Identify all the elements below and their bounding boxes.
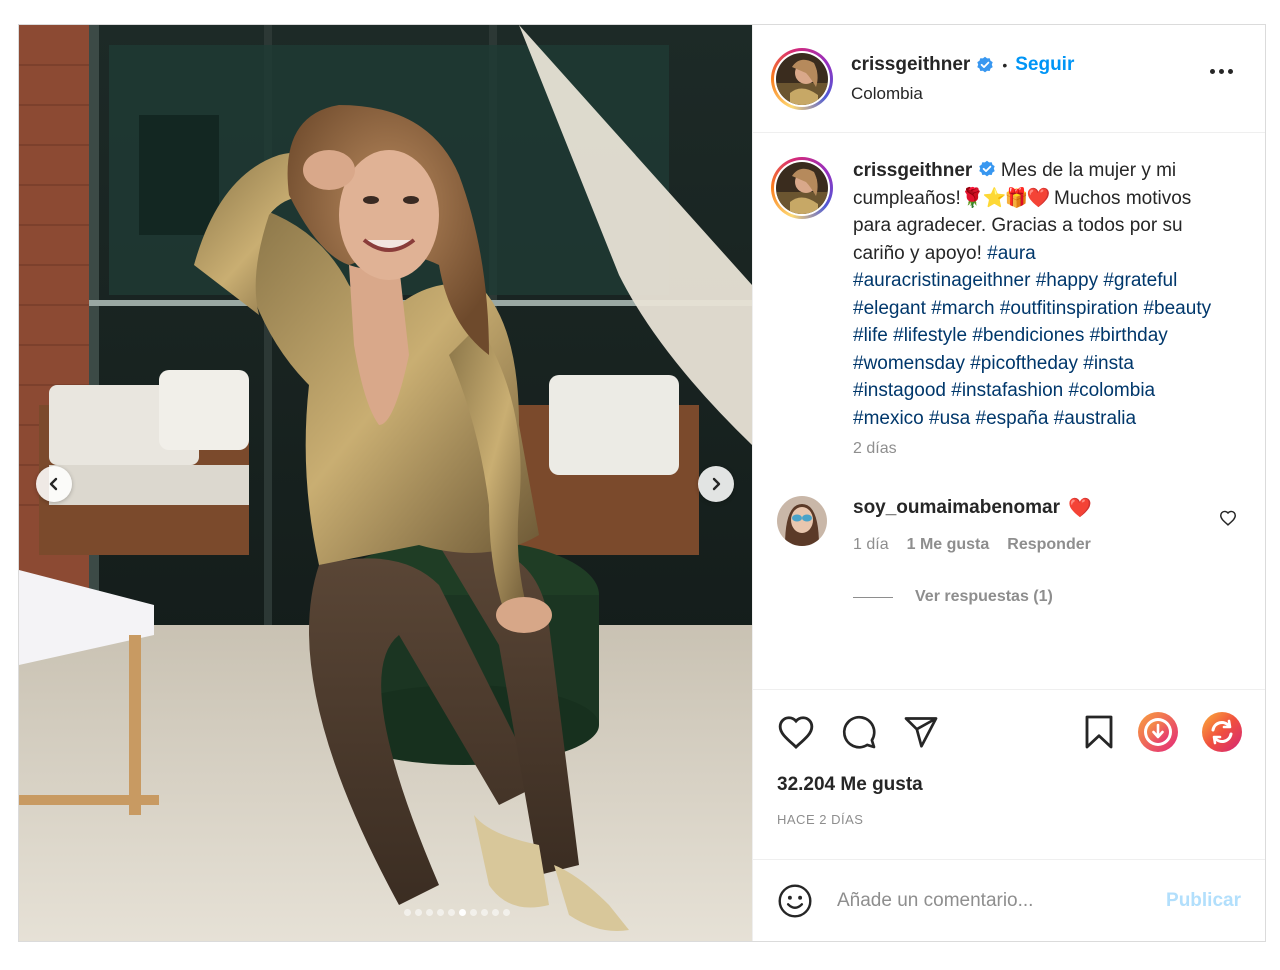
comment-input[interactable] (837, 889, 1167, 912)
verified-badge-icon (978, 160, 995, 177)
post-actions: 32.204 Me gusta HACE 2 DÍAS (753, 689, 1265, 859)
like-button[interactable] (777, 714, 815, 750)
caption-time[interactable]: 2 días (853, 440, 1215, 458)
hashtag-link[interactable]: #life (853, 325, 888, 346)
share-button[interactable] (903, 714, 939, 750)
caption-emoji: ⭐ (982, 187, 1007, 209)
hashtag-link[interactable]: #instagood (853, 380, 946, 401)
author-avatar-image (776, 52, 828, 105)
bookmark-icon (1085, 715, 1113, 749)
comment-item: soy_oumaimabenomar ❤️ 1 día 1 Me gusta R… (771, 496, 1247, 554)
hashtag-link[interactable]: #aura (987, 243, 1036, 264)
hashtag-link[interactable]: #colombia (1069, 380, 1156, 401)
caption-emojis: 🌹⭐🎁❤️ (961, 188, 1051, 209)
comments-section: crissgeithner Mes de la mujer y mi cumpl… (753, 133, 1265, 689)
comment-text: ❤️ (1067, 498, 1092, 519)
view-replies-button[interactable]: Ver respuestas (1) (853, 588, 1247, 606)
view-replies-label: Ver respuestas (1) (915, 588, 1053, 605)
download-icon (1138, 712, 1178, 752)
instagram-post: crissgeithner • Seguir Colombia crissgei… (18, 24, 1266, 942)
post-date[interactable]: HACE 2 DÍAS (777, 812, 1243, 827)
replies-divider (853, 596, 893, 598)
hashtag-link[interactable]: #insta (1083, 353, 1134, 374)
hashtag-link[interactable]: #womensday (853, 353, 965, 374)
caption-avatar-image (776, 162, 828, 214)
comment-time[interactable]: 1 día (853, 536, 889, 554)
hashtag-link[interactable]: #mexico (853, 408, 924, 429)
carousel-dot (447, 909, 455, 916)
post-sidebar: crissgeithner • Seguir Colombia crissgei… (752, 25, 1265, 941)
likes-count[interactable]: 32.204 Me gusta (777, 774, 1243, 796)
caption-text: crissgeithner Mes de la mujer y mi cumpl… (853, 157, 1215, 432)
caption-emoji: 🎁 (1004, 187, 1029, 209)
post-caption: crissgeithner Mes de la mujer y mi cumpl… (771, 157, 1247, 458)
caption-username[interactable]: crissgeithner (853, 160, 972, 181)
caption-hashtags: #aura #auracristinageithner #happy #grat… (853, 243, 1211, 429)
save-button[interactable] (1083, 714, 1115, 750)
hashtag-link[interactable]: #outfitinspiration (1000, 298, 1138, 319)
verified-badge-icon (977, 56, 994, 72)
hashtag-link[interactable]: #lifestyle (893, 325, 967, 346)
carousel-dot (502, 909, 510, 916)
author-username[interactable]: crissgeithner (851, 54, 970, 76)
chevron-right-icon (712, 477, 721, 491)
publish-button[interactable]: Publicar (1166, 890, 1241, 912)
repost-icon (1202, 712, 1242, 752)
commenter-avatar[interactable] (777, 496, 827, 546)
carousel-indicator (19, 909, 752, 916)
carousel-dot (403, 909, 411, 916)
hashtag-link[interactable]: #elegant (853, 298, 926, 319)
hashtag-link[interactable]: #beauty (1143, 298, 1211, 319)
heart-icon (1219, 510, 1237, 526)
emoji-picker-button[interactable] (777, 883, 813, 919)
post-photo (19, 25, 752, 941)
more-options-icon[interactable] (1210, 69, 1233, 74)
hashtag-link[interactable]: #australia (1054, 408, 1136, 429)
follow-button[interactable]: Seguir (1015, 54, 1074, 76)
hashtag-link[interactable]: #march (931, 298, 994, 319)
repost-button[interactable] (1201, 711, 1243, 753)
comment-meta: 1 día 1 Me gusta Responder (853, 536, 1247, 554)
comment-composer: Publicar (753, 859, 1265, 941)
comment-icon (842, 715, 876, 749)
chevron-left-icon (49, 477, 58, 491)
comment-button[interactable] (841, 714, 877, 750)
carousel-dot (425, 909, 433, 916)
download-button[interactable] (1137, 711, 1179, 753)
hashtag-link[interactable]: #instafashion (951, 380, 1063, 401)
carousel-dot (436, 909, 444, 916)
hashtag-link[interactable]: #bendiciones (972, 325, 1084, 346)
hashtag-link[interactable]: #españa (976, 408, 1049, 429)
carousel-dot (458, 909, 466, 916)
carousel-dot (480, 909, 488, 916)
comment-like-button[interactable] (1219, 510, 1237, 531)
hashtag-link[interactable]: #happy (1036, 270, 1098, 291)
post-header: crissgeithner • Seguir Colombia (753, 25, 1265, 133)
reply-button[interactable]: Responder (1007, 536, 1091, 554)
next-image-button[interactable] (698, 466, 734, 502)
hashtag-link[interactable]: #picoftheday (970, 353, 1078, 374)
caption-emoji: ❤️ (1026, 187, 1051, 209)
hashtag-link[interactable]: #auracristinageithner (853, 270, 1030, 291)
carousel-dot (414, 909, 422, 916)
hashtag-link[interactable]: #usa (929, 408, 970, 429)
carousel-dot (491, 909, 499, 916)
smile-icon (778, 884, 812, 917)
hashtag-link[interactable]: #grateful (1103, 270, 1177, 291)
commenter-avatar-image (777, 496, 827, 546)
hashtag-link[interactable]: #birthday (1090, 325, 1168, 346)
commenter-username[interactable]: soy_oumaimabenomar (853, 497, 1060, 519)
carousel-dot (469, 909, 477, 916)
header-separator: • (1002, 56, 1008, 73)
comment-likes[interactable]: 1 Me gusta (907, 536, 990, 554)
post-location[interactable]: Colombia (851, 84, 1074, 104)
previous-image-button[interactable] (36, 466, 72, 502)
caption-emoji: 🌹 (960, 187, 985, 209)
author-avatar[interactable] (771, 47, 833, 110)
heart-icon (778, 716, 814, 749)
post-media[interactable] (19, 25, 752, 941)
share-icon (904, 717, 938, 748)
caption-author-avatar[interactable] (771, 157, 833, 219)
